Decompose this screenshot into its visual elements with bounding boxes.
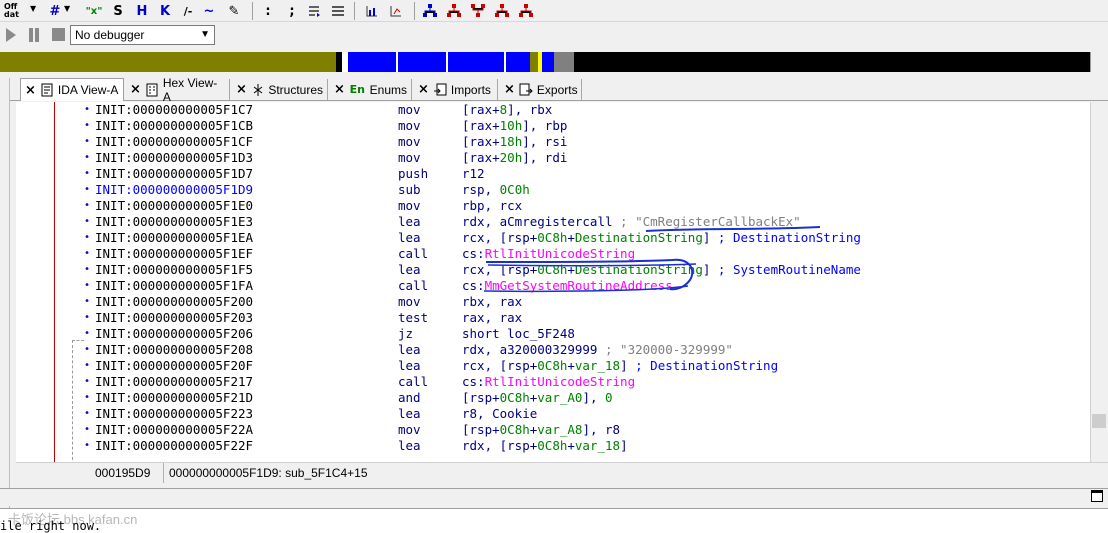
handwritten-annotation: [483, 226, 821, 293]
scrollbar-thumb[interactable]: [1092, 414, 1106, 428]
status-divider: [163, 463, 164, 483]
output-window[interactable]: [0, 508, 1108, 533]
output-window-header: [0, 488, 1108, 506]
status-location: 000000000005F1D9: sub_5F1C4+15: [169, 466, 368, 480]
vertical-scrollbar[interactable]: [1090, 102, 1108, 462]
output-text: ile right now.: [0, 519, 102, 533]
maximize-icon[interactable]: [1091, 490, 1103, 502]
status-offset: 000195D9: [95, 466, 151, 480]
